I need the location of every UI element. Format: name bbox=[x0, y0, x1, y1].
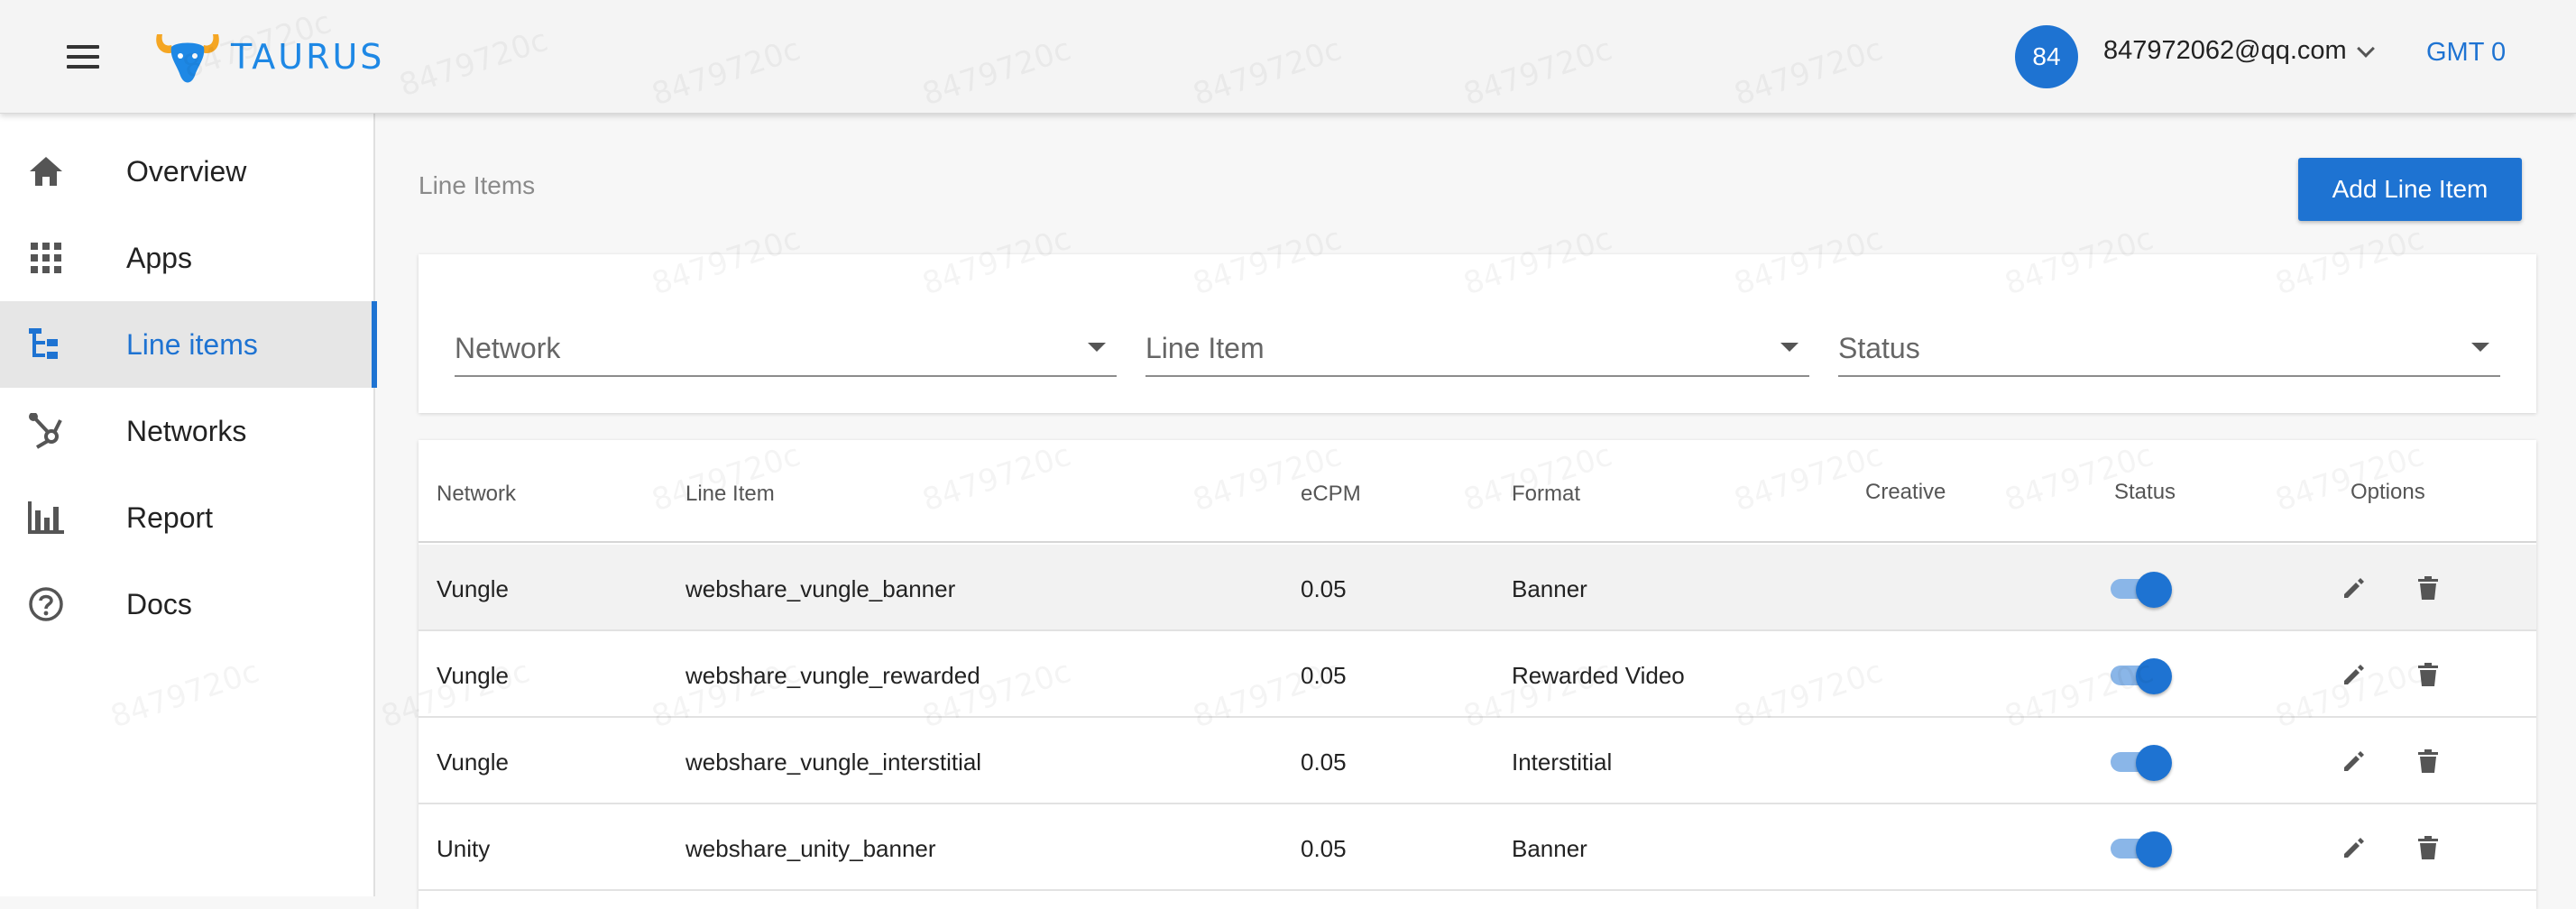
top-app-bar: TAURUS 84 847972062@qq.com GMT 0 bbox=[0, 0, 2576, 114]
sidebar-item-label: Networks bbox=[126, 415, 247, 447]
sidebar-item-label: Report bbox=[126, 501, 214, 534]
cell-ecpm: 0.05 bbox=[1301, 748, 1347, 776]
edit-icon[interactable] bbox=[2340, 747, 2369, 776]
breadcrumb: Line Items bbox=[419, 171, 536, 199]
menu-icon[interactable] bbox=[58, 36, 108, 78]
delete-icon[interactable] bbox=[2414, 747, 2443, 776]
sidebar-item-label: Overview bbox=[126, 155, 247, 188]
sidebar-item-label: Apps bbox=[126, 242, 192, 274]
column-header-network[interactable]: Network bbox=[437, 482, 516, 507]
help-icon bbox=[27, 586, 65, 622]
delete-icon[interactable] bbox=[2414, 833, 2443, 862]
status-toggle[interactable] bbox=[2111, 658, 2172, 694]
line-items-icon bbox=[27, 326, 65, 363]
sidebar-item-label: Line items bbox=[126, 328, 258, 361]
table-row[interactable]: Unity webshare_unity_banner 0.05 Banner bbox=[419, 804, 2536, 891]
dropdown-arrow-icon bbox=[1780, 343, 1799, 352]
cell-line-item: webshare_unity_banner bbox=[685, 835, 936, 862]
sidebar: Overview Apps Line items Networks Report… bbox=[0, 114, 377, 896]
taurus-logo[interactable]: TAURUS bbox=[152, 25, 384, 88]
cell-line-item: webshare_vungle_banner bbox=[685, 575, 956, 602]
cell-line-item: webshare_vungle_rewarded bbox=[685, 662, 980, 689]
cell-format: Banner bbox=[1512, 835, 1587, 862]
status-toggle[interactable] bbox=[2111, 831, 2172, 868]
cell-format: Rewarded Video bbox=[1512, 662, 1685, 689]
column-header-ecpm[interactable]: eCPM bbox=[1301, 482, 1361, 507]
cell-network: Unity bbox=[437, 835, 491, 862]
status-filter-select[interactable]: Status bbox=[1838, 326, 2500, 377]
report-icon bbox=[27, 500, 65, 536]
cell-format: Interstitial bbox=[1512, 748, 1613, 776]
cell-network: Vungle bbox=[437, 748, 509, 776]
account-menu[interactable]: 847972062@qq.com bbox=[2103, 36, 2375, 66]
table-row[interactable]: Vungle webshare_vungle_interstitial 0.05… bbox=[419, 718, 2536, 804]
network-filter-select[interactable]: Network bbox=[455, 326, 1117, 377]
cell-line-item: webshare_vungle_interstitial bbox=[685, 748, 982, 776]
cell-network: Vungle bbox=[437, 662, 509, 689]
bull-logo-icon bbox=[156, 34, 219, 83]
sidebar-item-label: Docs bbox=[126, 588, 192, 620]
sidebar-item-networks[interactable]: Networks bbox=[0, 388, 373, 474]
cell-ecpm: 0.05 bbox=[1301, 835, 1347, 862]
sidebar-item-line-items[interactable]: Line items bbox=[0, 301, 377, 388]
select-label: Network bbox=[455, 332, 561, 364]
logo-wordmark: TAURUS bbox=[231, 37, 385, 77]
dropdown-arrow-icon bbox=[1088, 343, 1106, 352]
apps-grid-icon bbox=[27, 240, 65, 276]
select-label: Status bbox=[1838, 332, 1920, 364]
home-icon bbox=[27, 153, 65, 189]
filter-bar: Network Line Item Status bbox=[419, 254, 2536, 413]
column-header-status[interactable]: Status bbox=[2114, 480, 2176, 505]
sidebar-item-apps[interactable]: Apps bbox=[0, 215, 373, 301]
table-row[interactable]: Vungle webshare_vungle_rewarded 0.05 Rew… bbox=[419, 631, 2536, 718]
edit-icon[interactable] bbox=[2340, 574, 2369, 602]
status-toggle[interactable] bbox=[2111, 745, 2172, 781]
table-row[interactable]: Vungle webshare_vungle_banner 0.05 Banne… bbox=[419, 545, 2536, 631]
networks-icon bbox=[27, 413, 65, 449]
status-toggle[interactable] bbox=[2111, 572, 2172, 608]
cell-format: Banner bbox=[1512, 575, 1587, 602]
sidebar-item-report[interactable]: Report bbox=[0, 474, 373, 561]
cell-network: Vungle bbox=[437, 575, 509, 602]
dropdown-arrow-icon bbox=[2471, 343, 2489, 352]
delete-icon[interactable] bbox=[2414, 574, 2443, 602]
cell-ecpm: 0.05 bbox=[1301, 662, 1347, 689]
timezone-selector[interactable]: GMT 0 bbox=[2426, 38, 2506, 68]
delete-icon[interactable] bbox=[2414, 660, 2443, 689]
line-items-table: Network Line Item eCPM Format Creative S… bbox=[419, 440, 2536, 909]
edit-icon[interactable] bbox=[2340, 660, 2369, 689]
sidebar-item-overview[interactable]: Overview bbox=[0, 128, 373, 215]
column-header-format[interactable]: Format bbox=[1512, 482, 1580, 507]
cell-ecpm: 0.05 bbox=[1301, 575, 1347, 602]
select-label: Line Item bbox=[1145, 332, 1265, 364]
user-email: 847972062@qq.com bbox=[2103, 36, 2347, 65]
avatar[interactable]: 84 bbox=[2015, 25, 2078, 88]
column-header-line-item[interactable]: Line Item bbox=[685, 482, 775, 507]
chevron-down-icon bbox=[2356, 39, 2375, 58]
sidebar-item-docs[interactable]: Docs bbox=[0, 561, 373, 647]
table-header: Network Line Item eCPM Format Creative S… bbox=[419, 440, 2536, 543]
edit-icon[interactable] bbox=[2340, 833, 2369, 862]
column-header-options: Options bbox=[2351, 480, 2425, 504]
line-item-filter-select[interactable]: Line Item bbox=[1145, 326, 1809, 377]
add-line-item-button[interactable]: Add Line Item bbox=[2298, 158, 2522, 221]
column-header-creative[interactable]: Creative bbox=[1865, 480, 1946, 505]
